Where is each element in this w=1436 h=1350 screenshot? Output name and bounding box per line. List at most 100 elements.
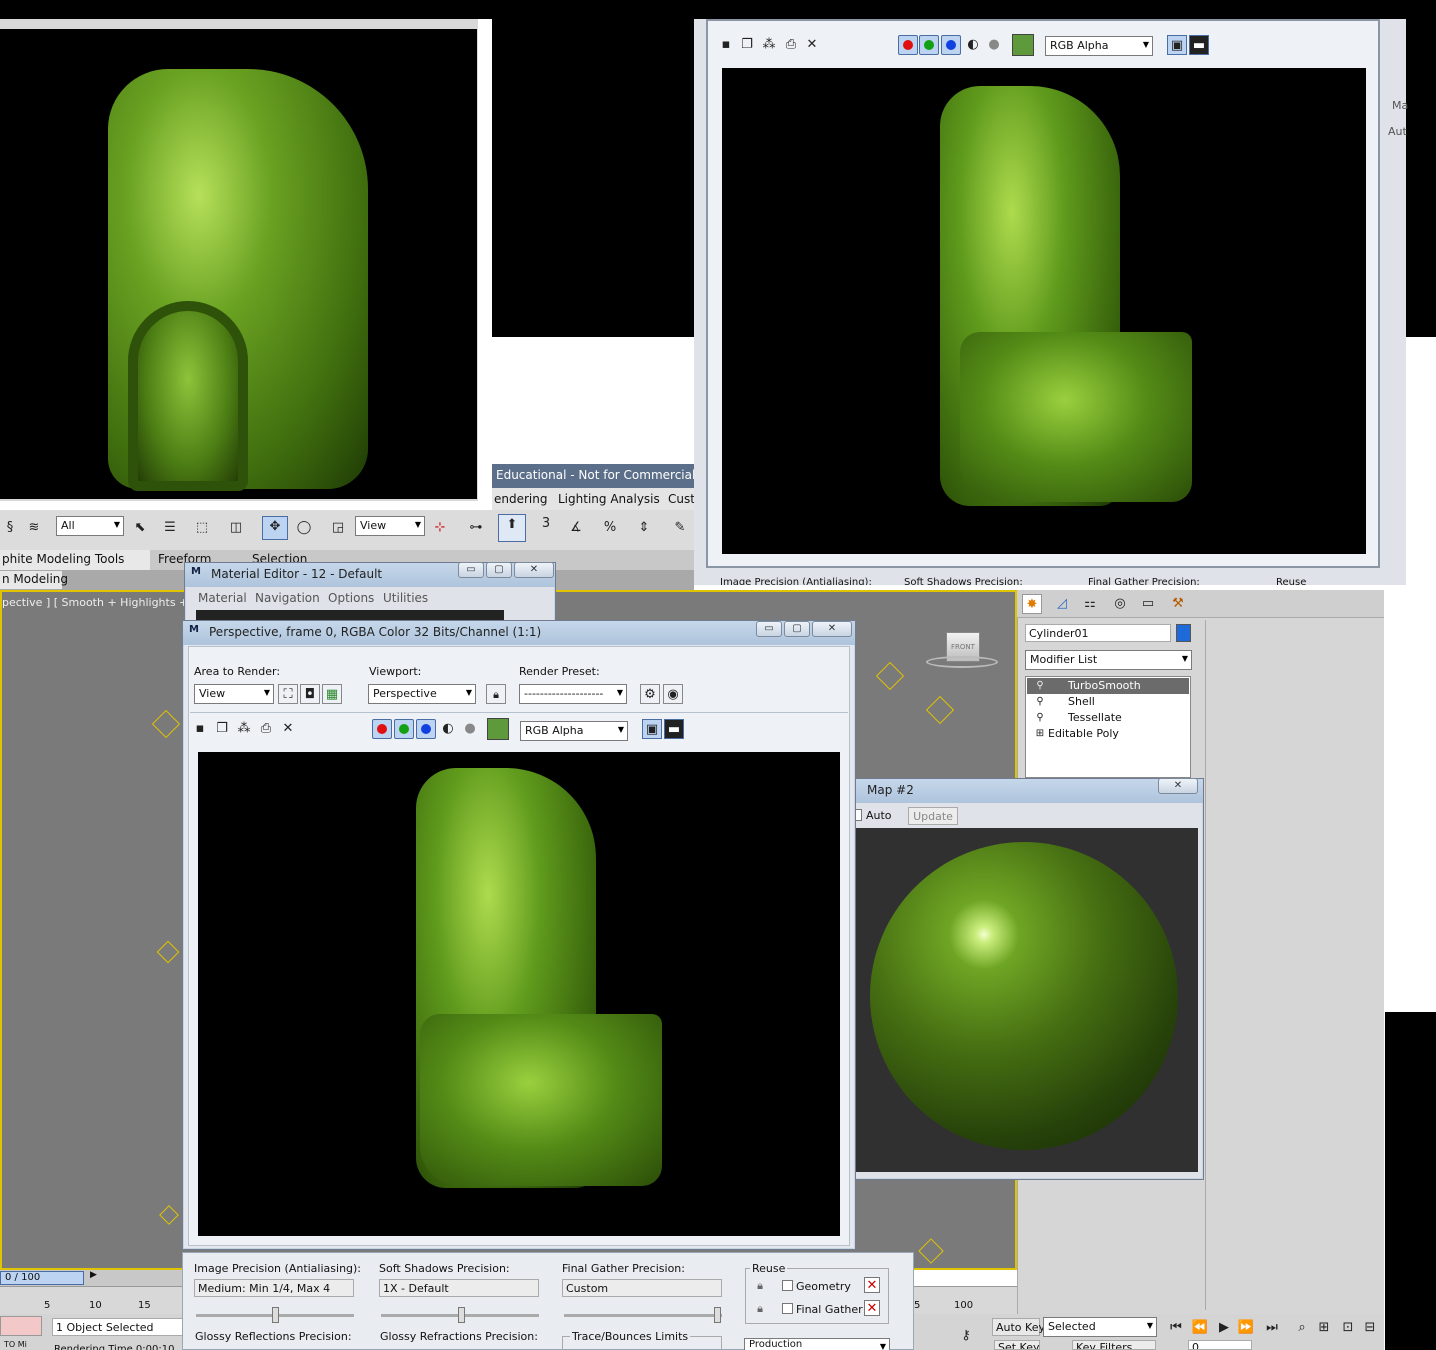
clear-icon[interactable]: ✕: [802, 35, 822, 55]
utilities-tab-icon[interactable]: ⚒: [1168, 594, 1188, 614]
auto-key-button[interactable]: Auto Key: [992, 1318, 1045, 1336]
display-toggle-icon[interactable]: ▣: [642, 719, 662, 739]
link-icon[interactable]: §: [0, 518, 20, 538]
modifier-list-select[interactable]: Modifier List: [1025, 650, 1192, 670]
hierarchy-tab-icon[interactable]: ⚏: [1080, 594, 1100, 614]
final-gather-field[interactable]: Custom: [562, 1279, 722, 1297]
modify-tab-icon[interactable]: ◿: [1052, 594, 1072, 614]
scale-icon[interactable]: ◲: [328, 518, 348, 538]
edit-named-selection-icon[interactable]: ✎: [670, 518, 690, 538]
area-to-render-select[interactable]: View: [194, 684, 274, 704]
print-icon[interactable]: ⎙: [256, 719, 276, 739]
expand-icon[interactable]: ⊞: [1030, 724, 1050, 744]
set-key-button[interactable]: Set Key: [994, 1340, 1040, 1350]
move-icon[interactable]: ✥: [262, 516, 288, 540]
stack-label-editable-poly[interactable]: Editable Poly: [1048, 727, 1119, 740]
production-select[interactable]: Production: [744, 1338, 890, 1350]
delete-geometry-icon[interactable]: ✕: [864, 1277, 880, 1293]
soft-shadows-field[interactable]: 1X - Default: [379, 1279, 539, 1297]
clone-icon[interactable]: ⁂: [234, 719, 254, 739]
object-color-swatch[interactable]: [1176, 624, 1191, 642]
display-toggle-icon[interactable]: ▣: [1167, 35, 1187, 55]
clear-icon[interactable]: ✕: [278, 719, 298, 739]
stack-label-shell[interactable]: Shell: [1068, 695, 1095, 708]
geometry-checkbox[interactable]: [782, 1280, 793, 1291]
final-gather-slider[interactable]: [564, 1314, 722, 1317]
pivot-icon[interactable]: ⊹: [430, 518, 450, 538]
percent-snap-icon[interactable]: %: [600, 518, 620, 538]
zoom-extents-all-icon[interactable]: ⊟: [1360, 1318, 1380, 1338]
display-window-icon[interactable]: ▬: [1189, 35, 1209, 55]
zoom-extents-icon[interactable]: ⊡: [1338, 1318, 1358, 1338]
blue-channel-button[interactable]: [941, 35, 961, 55]
viewport-select[interactable]: Perspective: [368, 684, 476, 704]
menu-lighting-analysis[interactable]: Lighting Analysis: [558, 492, 660, 506]
color-swatch[interactable]: [487, 718, 509, 740]
select-by-name-icon[interactable]: ☰: [160, 518, 180, 538]
menu-navigation[interactable]: Navigation: [255, 591, 320, 605]
mono-icon[interactable]: ◐: [963, 35, 983, 55]
spinner-snap-icon[interactable]: ⇕: [634, 518, 654, 538]
reference-coord-select[interactable]: View: [355, 516, 425, 536]
menu-rendering[interactable]: endering: [494, 492, 547, 506]
red-channel-button[interactable]: [372, 719, 392, 739]
map-window-title[interactable]: Map #2: [851, 779, 1203, 803]
green-channel-button[interactable]: [394, 719, 414, 739]
auto-region-icon[interactable]: ◘: [300, 684, 320, 704]
render-preset-select[interactable]: --------------------: [519, 684, 627, 704]
maxscript-listener[interactable]: [0, 1316, 42, 1336]
time-slider-thumb[interactable]: 0 / 100: [0, 1271, 84, 1285]
soft-shadows-thumb[interactable]: [458, 1307, 465, 1323]
green-channel-button[interactable]: [919, 35, 939, 55]
prev-frame-icon[interactable]: ⏪: [1190, 1318, 1210, 1338]
lock-viewport-icon[interactable]: 🔒︎: [486, 684, 506, 704]
image-precision-field[interactable]: Medium: Min 1/4, Max 4: [194, 1279, 354, 1297]
clone-icon[interactable]: ⁂: [759, 35, 779, 55]
render-window-title[interactable]: M Perspective, frame 0, RGBA Color 32 Bi…: [183, 621, 855, 645]
clear-channel-icon[interactable]: ●: [984, 35, 1004, 55]
final-gather-checkbox[interactable]: [782, 1303, 793, 1314]
maximize-icon[interactable]: ▢: [486, 562, 512, 578]
manipulate-icon[interactable]: ⊶: [466, 518, 486, 538]
copy-icon[interactable]: ❐: [212, 719, 232, 739]
window-crossing-icon[interactable]: ◫: [226, 518, 246, 538]
close-icon[interactable]: ✕: [812, 621, 852, 637]
channel-select[interactable]: RGB Alpha: [1045, 36, 1153, 56]
delete-final-gather-icon[interactable]: ✕: [864, 1300, 880, 1316]
snap-icon[interactable]: 3: [536, 514, 556, 534]
next-frame-icon[interactable]: ⏩: [1236, 1318, 1256, 1338]
stack-label-tessellate[interactable]: Tessellate: [1068, 711, 1122, 724]
update-button[interactable]: Update: [908, 807, 958, 825]
print-icon[interactable]: ⎙: [781, 35, 801, 55]
display-tab-icon[interactable]: ▭: [1138, 594, 1158, 614]
lock-icon[interactable]: 🔒︎: [750, 1276, 770, 1296]
rotate-icon[interactable]: ◯: [294, 518, 314, 538]
lock-icon[interactable]: 🔒︎: [750, 1299, 770, 1319]
key-mode-select[interactable]: Selected: [1043, 1317, 1157, 1337]
go-to-start-icon[interactable]: ⏮: [1166, 1318, 1186, 1338]
edit-region-icon[interactable]: ⛶: [278, 684, 298, 704]
rect-select-icon[interactable]: ⬚: [192, 518, 212, 538]
ribbon-sub-tab[interactable]: n Modeling: [0, 571, 68, 589]
time-slider-next[interactable]: ▶: [90, 1270, 97, 1280]
copy-icon[interactable]: ❐: [737, 35, 757, 55]
red-channel-button[interactable]: [898, 35, 918, 55]
current-frame-field[interactable]: 0: [1188, 1340, 1252, 1350]
menu-options[interactable]: Options: [328, 591, 374, 605]
final-gather-thumb[interactable]: [714, 1307, 721, 1323]
render-setup-icon[interactable]: ⚙: [640, 684, 660, 704]
object-name-field[interactable]: Cylinder01: [1025, 624, 1171, 642]
menu-utilities[interactable]: Utilities: [383, 591, 428, 605]
angle-snap-icon[interactable]: ∡: [566, 518, 586, 538]
save-icon[interactable]: ▪: [190, 719, 210, 739]
viewcube-ring[interactable]: [926, 656, 998, 668]
render-region-icon[interactable]: ▦: [322, 684, 342, 704]
go-to-end-icon[interactable]: ⏭: [1262, 1318, 1282, 1338]
select-icon[interactable]: ⬉: [130, 518, 150, 538]
minimize-icon[interactable]: ▭: [756, 621, 782, 637]
motion-tab-icon[interactable]: ◎: [1110, 594, 1130, 614]
clear-channel-icon[interactable]: ●: [460, 719, 480, 739]
close-icon[interactable]: ✕: [514, 562, 554, 578]
mono-icon[interactable]: ◐: [438, 719, 458, 739]
save-icon[interactable]: ▪: [716, 35, 736, 55]
